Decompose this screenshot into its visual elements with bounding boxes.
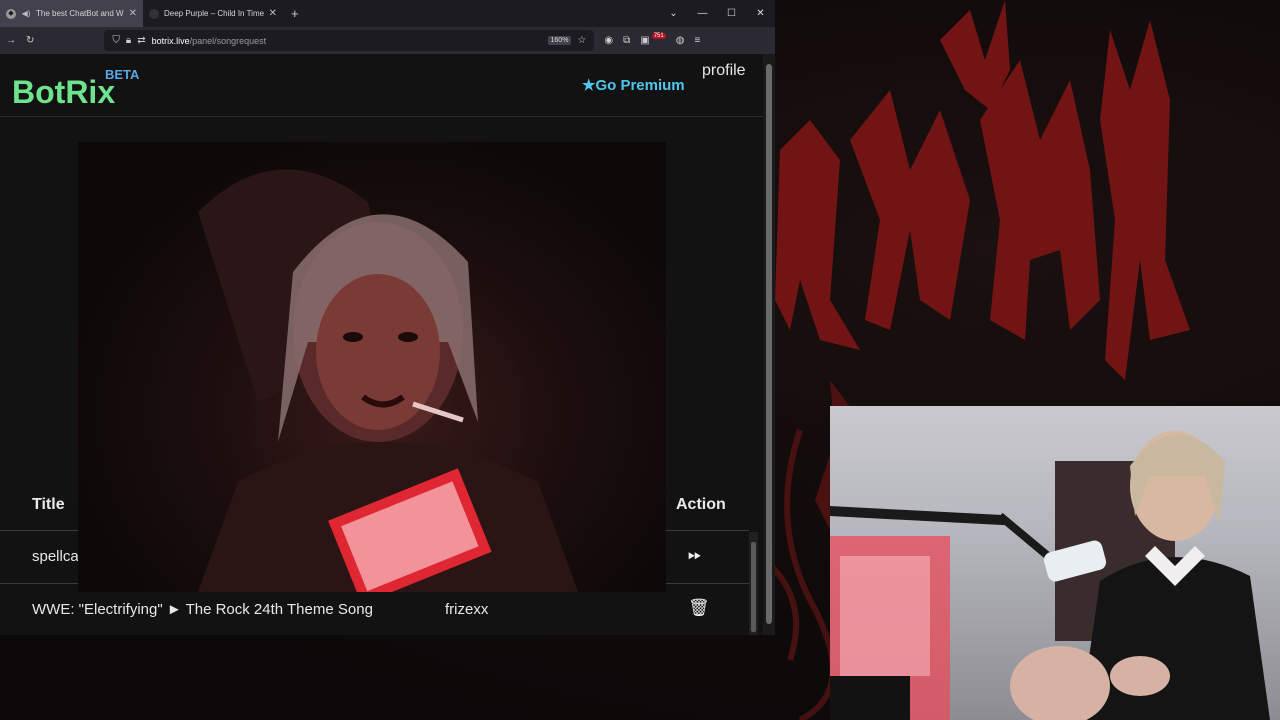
beta-badge: BETA xyxy=(105,67,140,82)
close-tab-icon[interactable]: ✕ xyxy=(269,8,277,19)
tab-list-chevron-icon[interactable]: ⌄ xyxy=(659,8,688,19)
speaker-icon[interactable]: ◀) xyxy=(21,9,31,19)
page-scrollbar[interactable] xyxy=(763,54,775,635)
zoom-level[interactable]: 160% xyxy=(547,36,572,45)
lock-icon[interactable]: 🔒︎ xyxy=(126,35,131,46)
stream-scene: ◆ ◀) The best ChatBot and Wid ✕ Deep Pur… xyxy=(0,0,1280,720)
maximize-icon[interactable]: ☐ xyxy=(717,8,746,19)
minimize-icon[interactable]: — xyxy=(688,8,717,19)
url-path: /panel/songrequest xyxy=(189,35,267,46)
reload-icon[interactable]: ↻ xyxy=(26,35,34,46)
tab-label: The best ChatBot and Wid xyxy=(36,9,124,18)
table-scrollbar[interactable] xyxy=(749,532,758,635)
profile-extension-icon[interactable]: ◍ xyxy=(676,35,685,46)
go-premium-label: Go Premium xyxy=(595,77,685,94)
tab-bar: ◆ ◀) The best ChatBot and Wid ✕ Deep Pur… xyxy=(0,0,775,27)
trash-icon[interactable]: 🗑︎ xyxy=(688,598,710,618)
webcam-scene xyxy=(830,431,1270,720)
botrix-favicon-icon: ◆ xyxy=(6,8,16,19)
youtube-favicon-icon xyxy=(149,8,159,19)
extension-badge: 751 xyxy=(651,32,666,39)
table-scroll-thumb[interactable] xyxy=(751,542,756,632)
tab-label: Deep Purple – Child In Time – Y xyxy=(164,9,264,18)
video-scene xyxy=(198,169,578,592)
stream-video-overlay xyxy=(78,142,666,592)
account-icon[interactable]: ◉ xyxy=(604,35,613,46)
skip-forward-icon[interactable]: ⏩︎ xyxy=(688,545,702,565)
bookmark-star-icon[interactable]: ☆ xyxy=(577,35,586,46)
url-bar[interactable]: ⛉ 🔒︎ ⇄ botrix.live/panel/songrequest 160… xyxy=(104,30,595,51)
column-header-action: Action xyxy=(676,496,726,513)
botrix-page: BotRix BETA ★Go Premium profile Title Ac… xyxy=(0,54,763,635)
song-title: WWE: "Electrifying" ► The Rock 24th Them… xyxy=(32,601,373,618)
url-host: botrix.live xyxy=(151,35,190,46)
new-tab-icon[interactable]: + xyxy=(291,6,299,21)
window-controls: ⌄ — ☐ ✕ xyxy=(659,8,775,19)
extension-icon[interactable]: ▣ xyxy=(640,35,649,46)
tab-deep-purple[interactable]: Deep Purple – Child In Time – Y ✕ xyxy=(143,0,283,27)
close-tab-icon[interactable]: ✕ xyxy=(129,8,137,19)
menu-icon[interactable]: ≡ xyxy=(694,35,700,46)
botrix-logo[interactable]: BotRix xyxy=(12,74,115,111)
navigation-bar: → ↻ ⛉ 🔒︎ ⇄ botrix.live/panel/songrequest… xyxy=(0,27,775,54)
shield-icon[interactable]: ⛉ xyxy=(112,35,120,46)
tab-botrix[interactable]: ◆ ◀) The best ChatBot and Wid ✕ xyxy=(0,0,143,27)
go-premium-link[interactable]: ★Go Premium xyxy=(582,76,685,94)
forward-arrow-icon[interactable]: → xyxy=(6,35,16,46)
permissions-icon[interactable]: ⇄ xyxy=(137,35,145,46)
column-header-title: Title xyxy=(32,496,65,513)
extensions-icon[interactable]: ⧉ xyxy=(623,35,630,46)
requester-name: frizexx xyxy=(445,601,489,618)
header-divider xyxy=(0,116,763,117)
page-scroll-thumb[interactable] xyxy=(766,64,772,624)
profile-link[interactable]: profile xyxy=(702,62,746,80)
webcam-feed xyxy=(830,406,1280,720)
close-window-icon[interactable]: ✕ xyxy=(746,8,775,19)
star-icon: ★ xyxy=(582,77,596,94)
